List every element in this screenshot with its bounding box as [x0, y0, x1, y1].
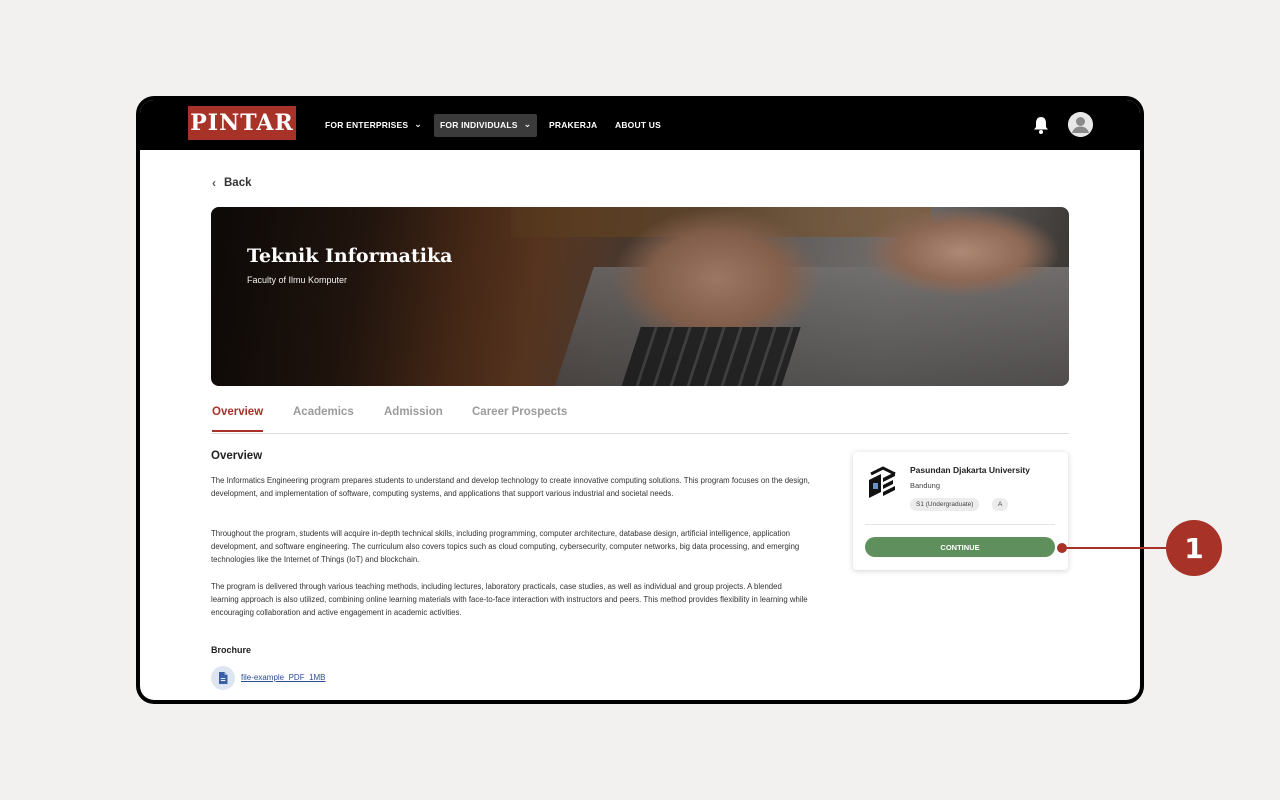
pintar-logo[interactable]: PINTAR: [188, 106, 296, 140]
nav-item-pill: FOR INDIVIDUALS ⌄: [434, 113, 538, 137]
university-city: Bandung: [910, 481, 941, 490]
degree-badge: S1 (Undergraduate): [910, 498, 980, 511]
hero-overlay: [211, 207, 1069, 386]
tab-admission[interactable]: Admission: [384, 406, 443, 430]
continue-button[interactable]: CONTINUE: [865, 537, 1055, 557]
nav-item-label: FOR ENTERPRISES: [325, 120, 409, 130]
university-logo-icon: [865, 466, 899, 500]
back-label: Back: [224, 177, 252, 189]
callout-number-badge: 1: [1166, 520, 1222, 576]
user-avatar-icon[interactable]: [1068, 112, 1093, 137]
tab-overview[interactable]: Overview: [212, 406, 264, 432]
callout-dot: [1057, 543, 1067, 553]
bell-icon[interactable]: [1032, 115, 1050, 135]
chevron-down-icon: ⌄: [414, 118, 423, 129]
brochure-heading: Brochure: [211, 645, 252, 655]
chevron-down-icon: ⌄: [523, 118, 532, 129]
device-frame: PINTAR FOR ENTERPRISES ⌄ FOR INDIVIDUALS…: [136, 96, 1144, 704]
overview-heading: Overview: [211, 450, 263, 462]
file-icon[interactable]: [211, 666, 235, 690]
university-card: Pasundan Djakarta University Bandung S1 …: [853, 452, 1068, 570]
nav-about-us[interactable]: ABOUT US: [615, 100, 661, 150]
nav-item-label: ABOUT US: [615, 120, 661, 130]
callout-line: [1062, 547, 1172, 549]
tab-academics[interactable]: Academics: [293, 406, 354, 430]
program-title: Teknik Informatika: [247, 245, 453, 267]
app-screen: PINTAR FOR ENTERPRISES ⌄ FOR INDIVIDUALS…: [140, 100, 1140, 700]
tab-career-prospects[interactable]: Career Prospects: [472, 406, 567, 430]
brochure-file-link[interactable]: file-example_PDF_1MB: [241, 673, 325, 682]
nav-prakerja[interactable]: PRAKERJA: [549, 100, 597, 150]
nav-item-label: PRAKERJA: [549, 120, 598, 130]
hero-banner: Teknik Informatika Faculty of Ilmu Kompu…: [211, 207, 1069, 386]
accreditation-badge: A: [992, 498, 1009, 511]
faculty-subtitle: Faculty of Ilmu Komputer: [247, 275, 348, 285]
card-divider: [865, 524, 1055, 525]
university-name: Pasundan Djakarta University: [910, 465, 1030, 475]
nav-item-label: FOR INDIVIDUALS: [440, 120, 518, 130]
overview-paragraph: The program is delivered through various…: [211, 582, 808, 618]
program-tabs: Overview Academics Admission Career Pros…: [211, 400, 1069, 434]
overview-paragraph: Throughout the program, students will ac…: [211, 529, 800, 565]
back-link[interactable]: ‹ Back: [212, 176, 252, 190]
top-navbar: PINTAR FOR ENTERPRISES ⌄ FOR INDIVIDUALS…: [140, 100, 1140, 150]
nav-for-individuals[interactable]: FOR INDIVIDUALS ⌄: [434, 100, 538, 150]
nav-for-enterprises[interactable]: FOR ENTERPRISES ⌄: [325, 100, 422, 150]
overview-paragraph: The Informatics Engineering program prep…: [211, 476, 810, 499]
chevron-left-icon: ‹: [212, 176, 216, 190]
